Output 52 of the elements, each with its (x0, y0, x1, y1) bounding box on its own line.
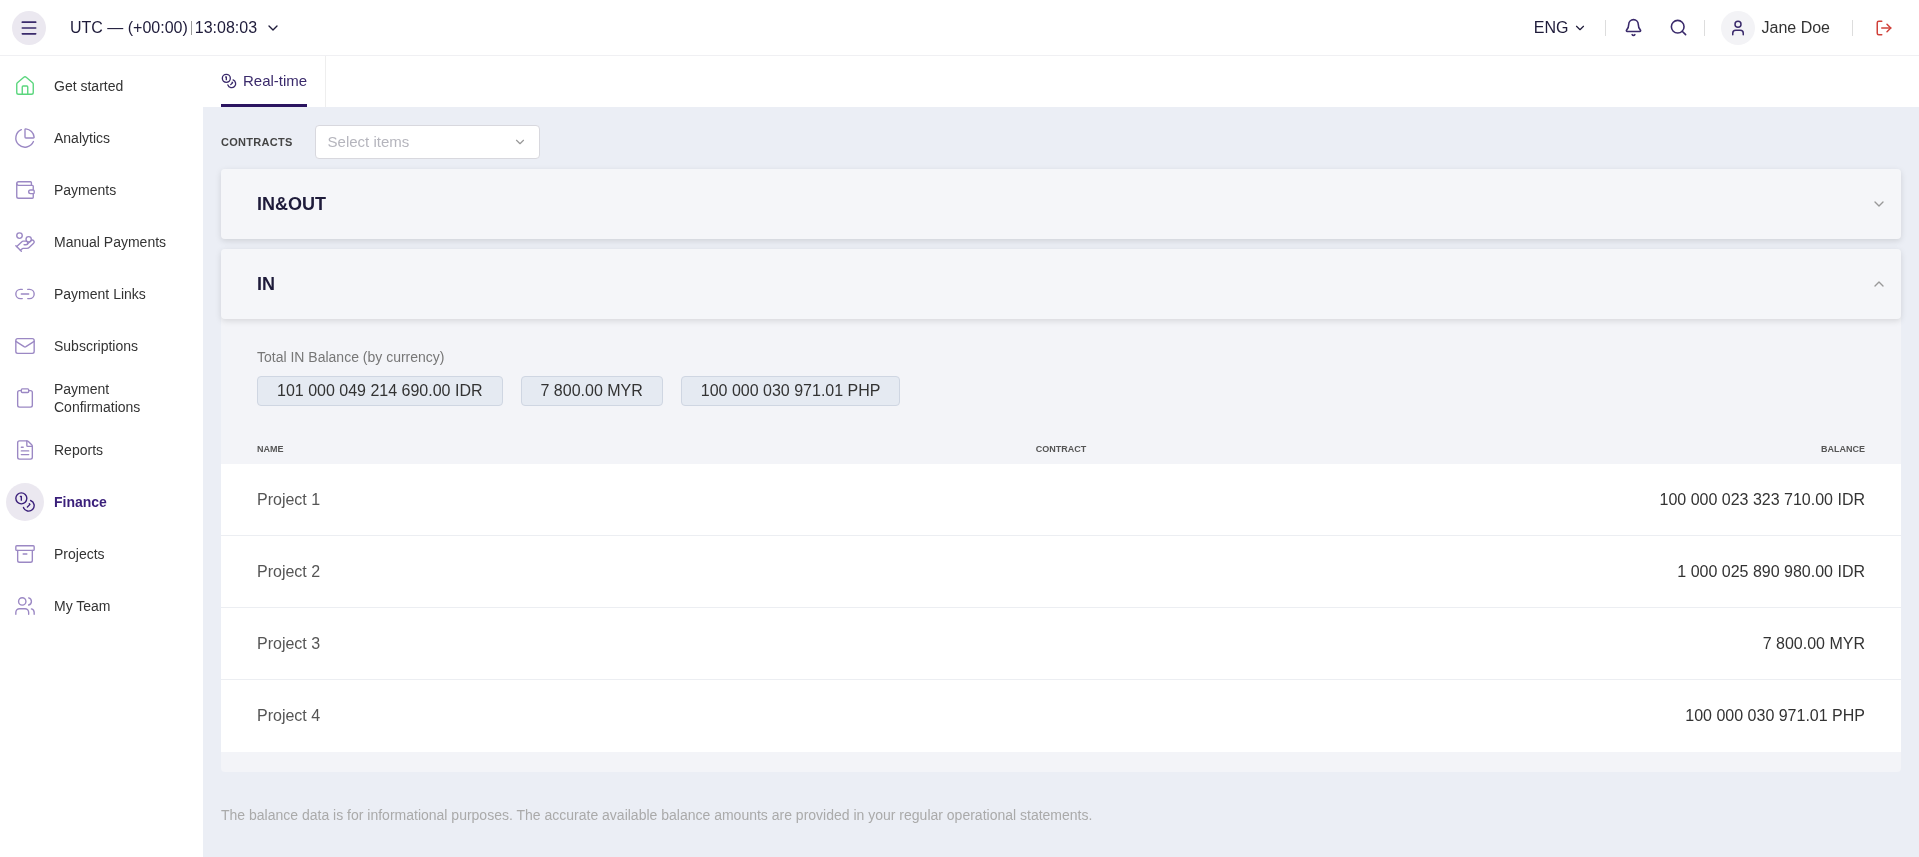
table-cell-text: 100 000 023 323 710.00 IDR (1659, 489, 1865, 510)
mail-icon (14, 335, 36, 357)
column-header: NAME (257, 443, 285, 457)
logout-icon (1875, 18, 1893, 37)
wallet-icon (14, 179, 36, 201)
search-button[interactable] (1668, 18, 1688, 37)
logout-button[interactable] (1875, 18, 1893, 37)
sidebar-item[interactable]: Finance (0, 476, 203, 528)
time-dropdown[interactable]: 13:08:03 (194, 15, 282, 40)
column-header: CONTRACT (1034, 443, 1088, 457)
people-icon (14, 595, 36, 617)
search-icon (1668, 18, 1688, 37)
column-header: BALANCE (1820, 443, 1865, 457)
bell-icon (1623, 18, 1643, 37)
sidebar-item[interactable]: My Team (0, 580, 203, 632)
table-cell-text: Project 3 (257, 633, 321, 654)
sidebar-item[interactable]: Subscriptions (0, 320, 203, 372)
timezone-label: UTC — (+00:00) (70, 17, 188, 38)
total-chip: 101 000 049 214 690.00 IDR (257, 376, 503, 406)
sidebar-item[interactable]: Payments (0, 164, 203, 216)
section-header[interactable]: IN (221, 249, 1901, 319)
hand-coins-icon (14, 231, 36, 253)
table-cell-text: 100 000 030 971.01 PHP (1685, 706, 1865, 726)
home-icon (14, 75, 36, 97)
footnote: The balance data is for informational purposes. The accurate available balance amounts are provided in your regular operational statements. (221, 806, 1094, 825)
clipboard-icon (14, 387, 36, 409)
document-icon (14, 439, 36, 461)
filter-label: CONTRACTS (221, 134, 293, 150)
table-cell-text: 7 800.00 MYR (1762, 633, 1865, 654)
total-chip: 100 000 030 971.01 PHP (680, 376, 901, 406)
sidebar-item[interactable]: Reports (0, 424, 203, 476)
sidebar-item[interactable]: Manual Payments (0, 216, 203, 268)
user-name: Jane Doe (1761, 17, 1830, 38)
sidebar-item[interactable]: Get started (0, 60, 203, 112)
menu-button[interactable] (12, 10, 46, 45)
tab[interactable]: Real-time (203, 56, 327, 107)
notifications-button[interactable] (1623, 18, 1643, 37)
section-header[interactable]: IN&OUT (221, 169, 1901, 239)
avatar[interactable] (1720, 10, 1755, 45)
table-cell-text: 1 000 025 890 980.00 IDR (1677, 561, 1865, 582)
total-chip: 7 800.00 MYR (520, 376, 663, 406)
sidebar-item[interactable]: Projects (0, 528, 203, 580)
sidebar-item[interactable]: Payment Links (0, 268, 203, 320)
total-label: Total IN Balance (by currency) (256, 348, 446, 367)
language-dropdown[interactable]: ENG (1533, 15, 1587, 40)
table-cell-text: Project 2 (257, 561, 321, 582)
sidebar-item[interactable]: Payment Confirmations (0, 372, 203, 424)
table-cell-text: Project 4 (257, 706, 321, 726)
pie-chart-icon (14, 127, 36, 149)
sidebar-item[interactable]: Analytics (0, 112, 203, 164)
archive-icon (14, 543, 36, 565)
table-cell-text: Project 1 (257, 489, 321, 510)
